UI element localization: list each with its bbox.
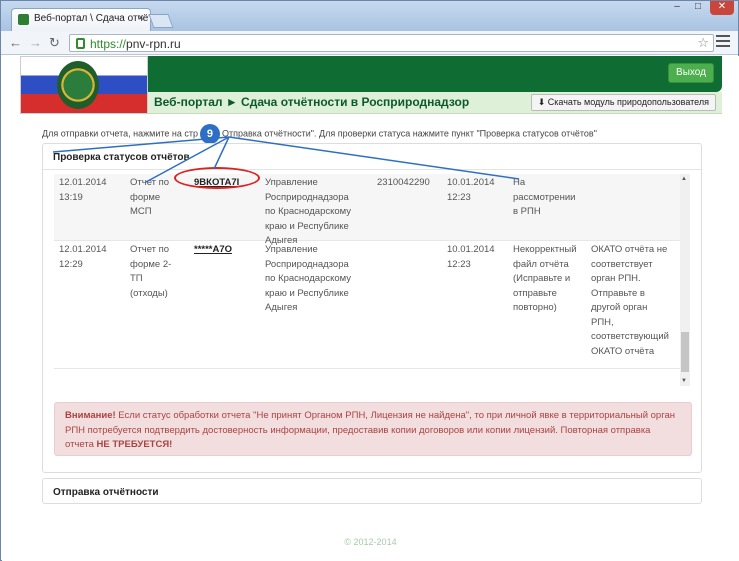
url-host: pnv-rpn.ru (126, 37, 181, 51)
table-scrollbar[interactable]: ▲ ▼ (680, 174, 690, 386)
close-window-button[interactable]: ✕ (710, 1, 734, 15)
browser-tab[interactable]: Веб-портал \ Сдача отчётн... × (11, 8, 151, 31)
reload-icon[interactable]: ↻ (49, 35, 60, 51)
download-module-button[interactable]: ⬇ Скачать модуль природопользователя (530, 94, 716, 111)
send-panel-heading[interactable]: Отправка отчётности (42, 478, 702, 504)
scroll-thumb[interactable] (681, 332, 689, 372)
cell-date: 12.01.2014 12:29 (59, 244, 107, 270)
url-scheme: https:// (90, 37, 127, 51)
scroll-up-arrow-icon[interactable]: ▲ (681, 176, 687, 182)
warning-alert: Внимание! Если статус обработки отчета "… (54, 402, 692, 456)
cell-inn: 2310042290 (377, 177, 430, 188)
table-row: 12.01.2014 12:29 Отчет по форме 2- ТП (о… (54, 241, 682, 369)
table-row: 12.01.2014 13:19 Отчет по форме МСП 9ВКО… (54, 174, 682, 246)
report-id-link[interactable]: *****А7О (194, 243, 258, 258)
download-label: Скачать модуль природопользователя (547, 97, 709, 107)
cell-status: Некорректный файл отчёта (Исправьте и от… (513, 244, 577, 313)
cell-date2: 10.01.2014 12:23 (447, 244, 495, 270)
browser-window: Веб-портал \ Сдача отчётн... × – □ ✕ ← →… (0, 0, 739, 561)
status-panel: Проверка статусов отчётов 12.01.2014 13:… (42, 143, 702, 473)
status-table: 12.01.2014 13:19 Отчет по форме МСП 9ВКО… (54, 174, 690, 386)
cell-org: Управление Росприроднадзора по Краснодар… (265, 177, 352, 246)
bookmark-star-icon[interactable]: ☆ (697, 35, 709, 51)
forward-arrow-icon[interactable]: → (29, 35, 42, 50)
page-title-bar: Веб-портал ► Сдача отчётности в Росприро… (148, 92, 722, 114)
info-text-end: Отправка отчётности". Для проверки стату… (221, 128, 597, 139)
lock-icon (76, 38, 85, 49)
tab-title: Веб-портал \ Сдача отчётн... (34, 13, 150, 24)
address-bar[interactable]: https://pnv-rpn.ru ☆ (69, 34, 714, 52)
emblem-icon (57, 61, 99, 109)
download-icon: ⬇ (537, 97, 548, 107)
cell-form: Отчет по форме 2- ТП (отходы) (130, 244, 172, 299)
rpn-logo (20, 56, 148, 114)
cell-comment: ОКАТО отчёта не соответствует орган РПН.… (591, 244, 669, 357)
alert-emphasis: НЕ ТРЕБУЕТСЯ! (96, 439, 173, 450)
page-title: Веб-портал ► Сдача отчётности в Росприро… (154, 95, 470, 109)
cell-org: Управление Росприроднадзора по Краснодар… (265, 244, 352, 313)
cell-status: На рассмотрении в РПН (513, 177, 576, 217)
scroll-down-arrow-icon[interactable]: ▼ (681, 378, 687, 384)
status-panel-heading[interactable]: Проверка статусов отчётов (43, 144, 701, 170)
new-tab-button[interactable] (148, 14, 174, 28)
logout-button[interactable]: Выход (668, 63, 714, 83)
browser-toolbar: ← → ↻ https://pnv-rpn.ru ☆ (1, 31, 738, 55)
maximize-button[interactable]: □ (689, 1, 707, 15)
minimize-button[interactable]: – (668, 1, 686, 15)
title-bar: Веб-портал \ Сдача отчётн... × – □ ✕ (1, 1, 738, 31)
alert-strong: Внимание! (65, 410, 116, 421)
site-favicon-icon (18, 14, 29, 25)
step-marker: 9 (199, 124, 220, 144)
menu-icon[interactable] (716, 35, 730, 49)
info-text: Для отправки отчета, нажмите на стр 9 Отпр… (42, 124, 597, 144)
page-content: Выход Веб-портал ► Сдача отчётности в Ро… (2, 56, 739, 561)
footer-copyright: © 2012-2014 (344, 537, 397, 547)
cell-date2: 10.01.2014 12:23 (447, 177, 495, 203)
highlight-ellipse (174, 167, 260, 189)
cell-date: 12.01.2014 13:19 (59, 177, 107, 203)
tab-close-icon[interactable]: × (138, 12, 144, 24)
window-controls: – □ ✕ (668, 1, 734, 15)
back-arrow-icon[interactable]: ← (9, 35, 22, 50)
info-text-start: Для отправки отчета, нажмите на стр (42, 128, 198, 139)
